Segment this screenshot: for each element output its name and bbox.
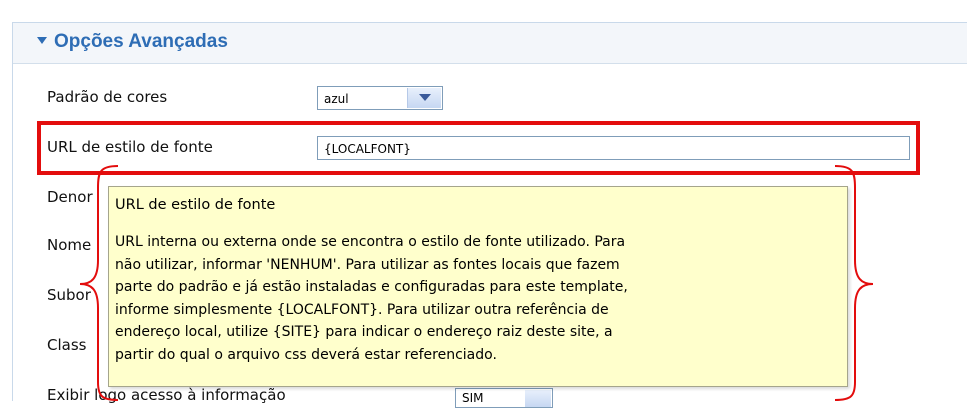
highlight-box — [37, 121, 920, 175]
tooltip-title: URL de estilo de fonte — [115, 197, 276, 213]
tooltip-body: URL interna ou externa onde se encontra … — [115, 234, 628, 363]
color-pattern-select[interactable]: azul — [317, 86, 443, 110]
color-pattern-label: Padrão de cores — [47, 88, 168, 106]
last-row-select[interactable]: SIM — [455, 388, 553, 408]
section-header[interactable]: Opções Avançadas — [13, 23, 967, 64]
collapse-arrow-icon[interactable] — [37, 37, 47, 44]
dropdown-button[interactable] — [407, 88, 441, 108]
section-title: Opções Avançadas — [54, 31, 228, 52]
help-tooltip: URL de estilo de fonte URL interna ou ex… — [108, 186, 848, 387]
left-brace-annotation — [79, 165, 119, 401]
chevron-down-icon — [419, 94, 431, 101]
right-brace-annotation — [834, 165, 874, 401]
last-row-value: SIM — [462, 391, 484, 405]
dropdown-button[interactable] — [525, 390, 551, 407]
color-pattern-value: azul — [324, 92, 349, 106]
